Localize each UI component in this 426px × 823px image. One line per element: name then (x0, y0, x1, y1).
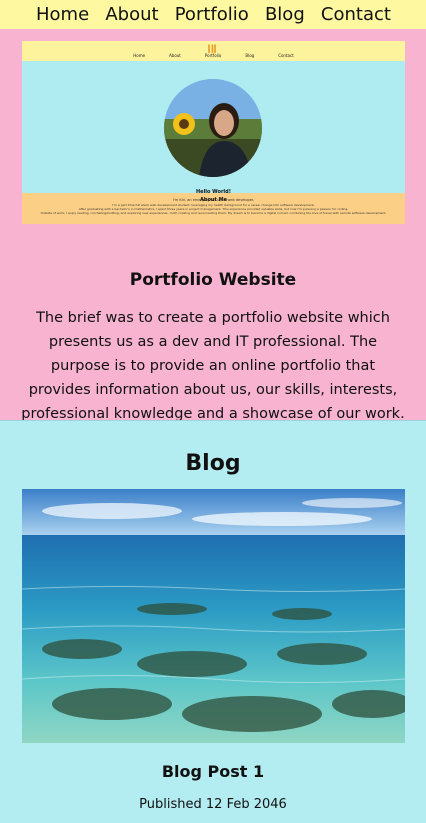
project-description: The brief was to create a portfolio webs… (21, 310, 405, 422)
top-nav: Home About Portfolio Blog Contact (0, 0, 426, 29)
thumbnail-hello: Hello World! (196, 189, 231, 195)
portfolio-thumbnail[interactable]: ǀǁ Home About Portfolio Blog Contact Hel… (22, 41, 405, 224)
blog-heading: Blog (185, 451, 241, 476)
nav-blog-link[interactable]: Blog (265, 0, 305, 29)
nav-contact-link[interactable]: Contact (321, 0, 391, 29)
thumbnail-hero: Hello World! I'm Kiri, an emerging full … (22, 61, 405, 202)
portfolio-section: ǀǁ Home About Portfolio Blog Contact Hel… (0, 29, 426, 422)
thumbnail-nav-item: About (169, 53, 181, 58)
thumbnail-nav-item: Blog (245, 53, 255, 58)
thumbnail-logo: ǀǁ (207, 44, 217, 54)
avatar (164, 79, 262, 177)
thumbnail-nav: ǀǁ Home About Portfolio Blog Contact (22, 41, 405, 61)
blog-post-date: Published 12 Feb 2046 (139, 797, 287, 812)
thumbnail-nav-item: Contact (278, 53, 294, 58)
thumbnail-nav-item: Home (133, 53, 146, 58)
nav-portfolio-link[interactable]: Portfolio (175, 0, 249, 29)
project-title: Portfolio Website (129, 270, 297, 290)
blog-post-title[interactable]: Blog Post 1 (0, 762, 426, 781)
avatar-photo (164, 79, 262, 177)
blog-post-image[interactable] (22, 489, 405, 743)
nav-home-link[interactable]: Home (36, 0, 89, 29)
ocean-photo (22, 489, 405, 743)
blog-section: Blog Blog Post 1 Published 12 Feb 2046 (0, 420, 426, 823)
thumbnail-subtitle: I'm Kiri, an emerging full stack web dev… (172, 198, 255, 202)
nav-about-link[interactable]: About (105, 0, 158, 29)
thumbnail-about-line: Outside of work, I enjoy reading, croche… (40, 211, 387, 215)
